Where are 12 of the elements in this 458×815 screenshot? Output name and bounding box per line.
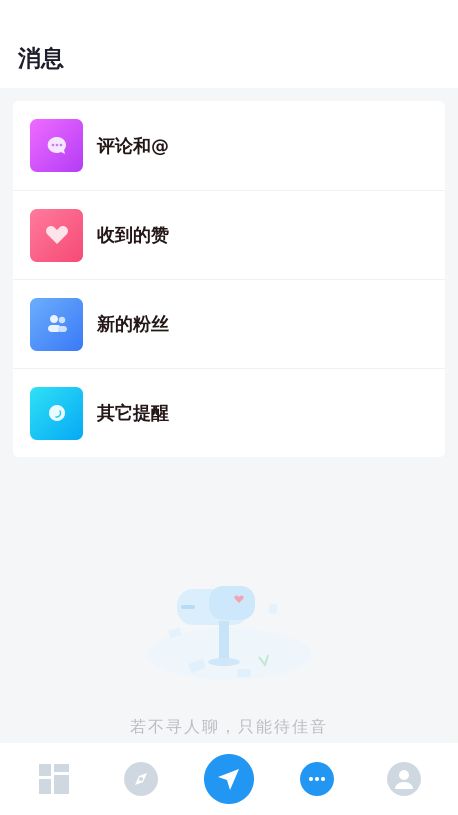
menu-item-label: 其它提醒 — [97, 402, 169, 425]
menu-item-label: 新的粉丝 — [97, 313, 169, 336]
chat-bubble-icon — [30, 119, 83, 172]
menu-item[interactable]: 其它提醒 — [13, 368, 445, 457]
people-icon — [30, 298, 83, 350]
menu-item-label: 收到的赞 — [97, 224, 169, 247]
menu-item[interactable]: 评论和@ — [13, 101, 445, 190]
page-title: 消息 — [18, 45, 64, 74]
menu-item[interactable]: 新的粉丝 — [13, 279, 445, 368]
menu-item[interactable]: 收到的赞 — [13, 190, 445, 279]
empty-message: 若不寻人聊，只能待佳音 — [130, 717, 328, 738]
menu-item-label: 评论和@ — [97, 134, 169, 158]
